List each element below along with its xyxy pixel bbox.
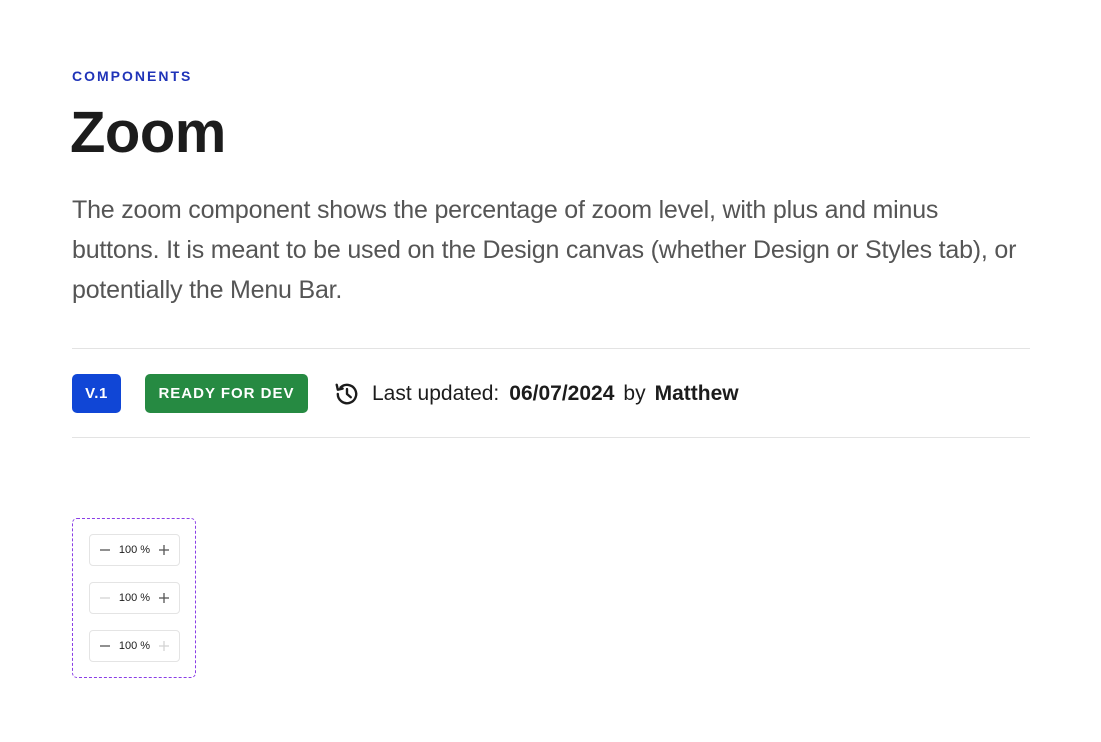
last-updated-date: 06/07/2024 (509, 381, 615, 405)
plus-icon (158, 593, 169, 603)
zoom-value: 100 % (118, 592, 151, 604)
zoom-control: 100 % (89, 630, 180, 662)
zoom-value: 100 % (118, 544, 151, 556)
zoom-out-button[interactable] (99, 544, 111, 556)
version-badge: V.1 (72, 374, 121, 413)
zoom-out-button[interactable] (99, 592, 111, 604)
minus-icon (100, 597, 110, 599)
zoom-in-button[interactable] (158, 544, 170, 556)
plus-icon (158, 545, 169, 555)
last-updated-label: Last updated: (372, 381, 500, 405)
minus-icon (100, 645, 110, 647)
plus-icon (158, 641, 169, 651)
zoom-control: 100 % (89, 582, 180, 614)
zoom-control: 100 % (89, 534, 180, 566)
zoom-in-button[interactable] (158, 592, 170, 604)
by-label: by (623, 381, 646, 405)
author-name: Matthew (654, 381, 739, 405)
zoom-in-button[interactable] (158, 640, 170, 652)
zoom-value: 100 % (118, 640, 151, 652)
zoom-out-button[interactable] (99, 640, 111, 652)
page-description: The zoom component shows the percentage … (72, 196, 1017, 304)
component-showcase: 100 % 100 % 100 % (72, 518, 196, 678)
divider-bottom (72, 437, 1030, 438)
divider-top (72, 348, 1030, 349)
minus-icon (100, 549, 110, 551)
history-icon (334, 381, 360, 407)
section-eyebrow: COMPONENTS (72, 68, 193, 84)
meta-row: V.1 READY FOR DEV Last updated: 06/07/20… (72, 374, 739, 413)
status-badge: READY FOR DEV (145, 374, 308, 413)
page-title: Zoom (70, 100, 226, 165)
